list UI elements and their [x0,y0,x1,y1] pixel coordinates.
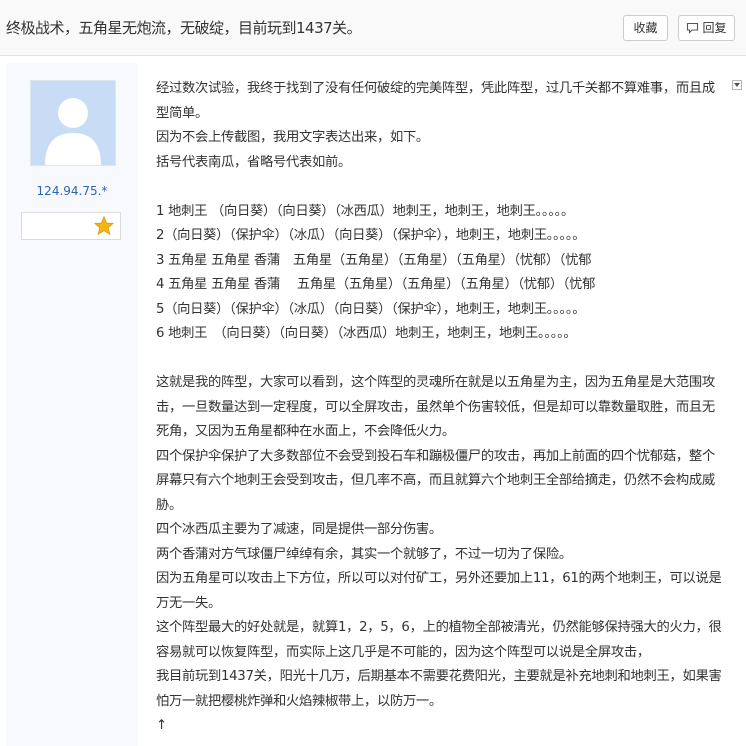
post-paragraph: ↑ [156,718,167,733]
default-user-icon [31,81,115,165]
author-ip[interactable]: 124.94.75.* [6,184,138,198]
reply-button-label: 回复 [702,21,727,35]
user-badge [21,212,121,240]
post-paragraph: 经过数次试验，我终于找到了没有任何破绽的完美阵型，凭此阵型，过几千关都不算难事，… [156,81,715,121]
formation-row: 6 地刺王 （向日葵）（向日葵）（冰西瓜）地刺王，地刺王，地刺王。。。。。 [156,326,577,341]
post-paragraph: 这个阵型最大的好处就是，就算1，2，5，6，上的植物全部被清光，仍然能够保持强大… [156,620,722,660]
author-panel: 124.94.75.* [6,63,138,746]
post-paragraph: 四个保护伞保护了大多数部位不会受到投石车和蹦极僵尸的攻击，再加上前面的四个忧郁菇… [156,448,715,513]
post-paragraph: 两个香蒲对方气球僵尸绰绰有余，其实一个就够了，不过一切为了保险。 [156,546,572,562]
collapse-arrow-icon[interactable] [732,80,742,90]
thread-title: 终极战术，五角星无炮流，无破绽，目前玩到1437关。 [6,19,362,37]
formation-row: 4 五角星 五角星 香蒲 五角星（五角星）（五角星）（五角星）（忧郁）（忧郁 [156,277,596,292]
avatar[interactable] [30,80,116,166]
formation-row: 3 五角星 五角星 香蒲 五角星（五角星）（五角星）（五角星）（忧郁）（忧郁 [156,252,592,268]
thread-header: 终极战术，五角星无炮流，无破绽，目前玩到1437关。 收藏 回复 [0,0,746,56]
post-paragraph: 因为五角星可以攻击上下方位，所以可以对付矿工，另外还要加上11，61的两个地刺王… [156,571,722,611]
comment-bubble-icon [687,22,699,34]
reply-button[interactable]: 回复 [678,15,735,41]
post-body: 经过数次试验，我终于找到了没有任何破绽的完美阵型，凭此阵型，过几千关都不算难事，… [156,77,724,739]
favorite-button[interactable]: 收藏 [623,15,668,41]
post-paragraph: 四个冰西瓜主要为了减速，同是提供一部分伤害。 [156,522,442,537]
post-paragraph: 括号代表南瓜，省略号代表如前。 [156,154,351,170]
post-paragraph: 我目前玩到1437关，阳光十几万，后期基本不需要花费阳光，主要就是补充地刺和地刺… [156,669,722,709]
formation-row: 5（向日葵）（保护伞）（冰瓜）（向日葵）（保护伞），地刺王，地刺王。。。。。 [156,301,586,317]
formation-row: 1 地刺王 （向日葵）（向日葵）（冰西瓜）地刺王，地刺王，地刺王。。。。。 [156,203,575,219]
formation-row: 2（向日葵）（保护伞）（冰瓜）（向日葵）（保护伞），地刺王，地刺王。。。。。 [156,228,586,243]
post-paragraph: 这就是我的阵型，大家可以看到，这个阵型的灵魂所在就是以五角星为主，因为五角星是大… [156,375,715,439]
star-icon [94,216,114,235]
post-paragraph: 因为不会上传截图，我用文字表达出来，如下。 [156,130,429,145]
